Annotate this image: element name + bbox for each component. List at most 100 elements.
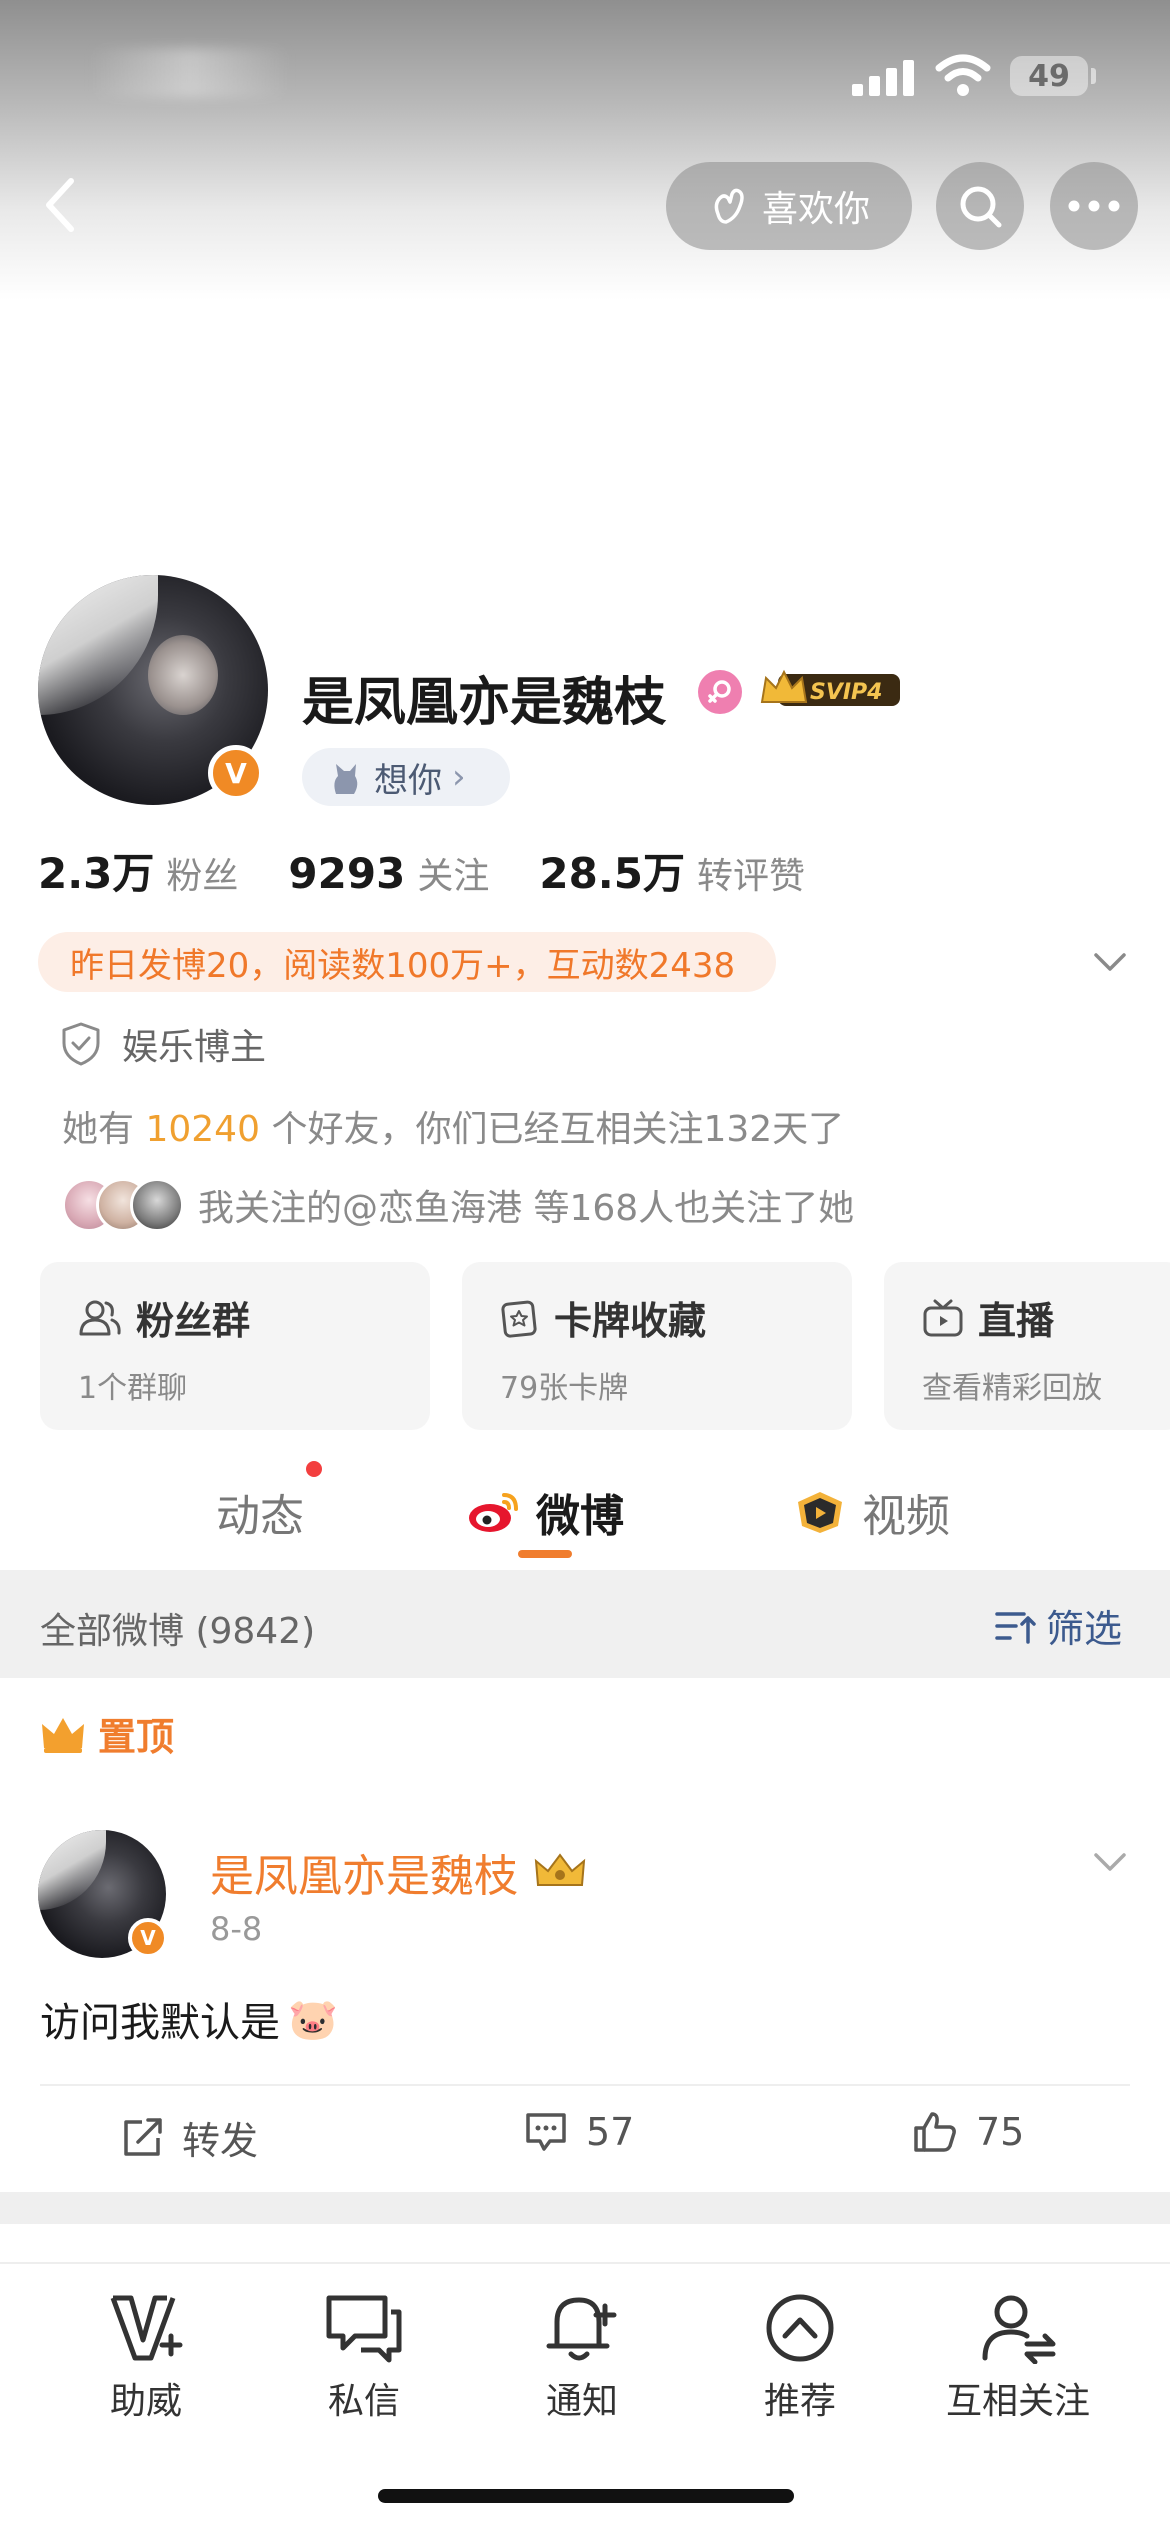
message-button[interactable]: 私信 <box>264 2292 464 2424</box>
crown-icon <box>42 1717 84 1753</box>
repost-icon <box>124 2117 162 2156</box>
tab-video[interactable]: 视频 <box>792 1480 950 1544</box>
search-button[interactable] <box>936 162 1024 250</box>
status-bar: 49 <box>0 0 1170 150</box>
repost-label: 转发 <box>182 2119 259 2163</box>
signal-icon <box>852 56 914 96</box>
notification-dot <box>306 1461 322 1477</box>
filter-label: 筛选 <box>1046 1607 1123 1651</box>
friends-prefix: 她有 <box>62 1109 135 1150</box>
bottom-nav-label: 互相关注 <box>945 2381 1090 2422</box>
tab-activity[interactable]: 动态 <box>216 1480 304 1544</box>
mutual-follow-icon <box>982 2295 1056 2364</box>
search-icon <box>960 186 1002 228</box>
card-icon <box>501 1300 537 1338</box>
fans-count[interactable]: 2.3万 <box>38 840 154 901</box>
filter-bar: 全部微博 (9842) 筛选 <box>0 1570 1170 1678</box>
interactions-label[interactable]: 转评赞 <box>697 847 805 899</box>
mutual-avatar <box>130 1178 184 1232</box>
miss-you-button[interactable]: 想你 › <box>302 748 510 806</box>
card-subtitle: 1个群聊 <box>78 1371 188 1406</box>
tab-weibo[interactable]: 微博 <box>466 1480 624 1544</box>
message-icon <box>326 2295 402 2363</box>
post-content[interactable]: 访问我默认是 🐷 <box>40 1990 338 2048</box>
card-collection-card[interactable]: 卡牌收藏 79张卡牌 <box>462 1262 852 1430</box>
bottom-nav-label: 私信 <box>327 2381 400 2422</box>
chevron-down-icon[interactable] <box>1090 942 1130 982</box>
notify-button[interactable]: 通知 <box>482 2292 682 2424</box>
filter-button[interactable]: 筛选 <box>994 1598 1122 1653</box>
bottom-nav-label: 助威 <box>109 2381 182 2422</box>
friends-count[interactable]: 10240 <box>145 1109 260 1150</box>
weibo-logo-icon <box>469 1493 518 1532</box>
back-button[interactable] <box>30 170 90 240</box>
female-icon <box>698 670 742 714</box>
like-button[interactable]: 75 <box>912 2110 1024 2154</box>
card-title: 直播 <box>978 1299 1055 1343</box>
tv-icon <box>923 1299 963 1336</box>
profile-name: 是凤凰亦是魏枝 <box>302 673 667 733</box>
thumbs-up-icon <box>914 2112 956 2152</box>
shield-icon <box>62 1022 100 1066</box>
tab-label: 视频 <box>862 1491 950 1542</box>
following-label[interactable]: 关注 <box>417 847 489 899</box>
repost-button[interactable]: 转发 <box>120 2110 258 2165</box>
card-subtitle: 79张卡牌 <box>500 1371 629 1406</box>
status-time-blurred <box>90 48 290 98</box>
post-menu-chevron-icon[interactable] <box>1090 1842 1130 1882</box>
mutual-follow-text: 我关注的@恋鱼海港 等168人也关注了她 <box>198 1188 855 1229</box>
cat-icon <box>334 764 358 794</box>
battery-indicator: 49 <box>1010 56 1088 96</box>
daily-summary[interactable]: 昨日发博20，阅读数100万+，互动数2438 <box>38 932 776 992</box>
bottom-nav-label: 通知 <box>545 2381 618 2422</box>
comment-button[interactable]: 57 <box>524 2110 634 2154</box>
post-text: 访问我默认是 <box>40 2000 280 2046</box>
fan-group-card[interactable]: 粉丝群 1个群聊 <box>40 1262 430 1430</box>
cheer-icon <box>110 2295 183 2361</box>
cheer-button[interactable]: 助威 <box>46 2292 246 2424</box>
filter-icon <box>995 1611 1036 1644</box>
bottom-nav-label: 推荐 <box>763 2381 836 2422</box>
more-button[interactable] <box>1050 162 1138 250</box>
bell-icon <box>546 2297 617 2361</box>
heart-hands-icon <box>714 188 744 224</box>
pig-emoji-icon: 🐷 <box>288 1996 338 2043</box>
friends-suffix: 个好友，你们已经互相关注132天了 <box>271 1109 845 1150</box>
miss-you-label: 想你 <box>374 760 442 801</box>
section-separator <box>0 2192 1170 2224</box>
svip-text: SVIP4 <box>810 680 883 705</box>
like-you-label: 喜欢你 <box>761 189 870 230</box>
recommend-icon <box>766 2294 834 2362</box>
live-card[interactable]: 直播 查看精彩回放 <box>884 1262 1170 1430</box>
post-author-name[interactable]: 是凤凰亦是魏枝 <box>210 1840 588 1904</box>
like-you-button[interactable]: 喜欢你 <box>666 162 912 250</box>
comment-count: 57 <box>586 2110 635 2154</box>
group-icon <box>79 1300 121 1335</box>
post-author-label: 是凤凰亦是魏枝 <box>210 1851 518 1902</box>
tab-label: 微博 <box>536 1491 624 1542</box>
profile-stats: 2.3万 粉丝 9293 关注 28.5万 转评赞 <box>38 840 855 901</box>
friends-info: 她有 10240 个好友，你们已经互相关注132天了 <box>62 1100 844 1152</box>
card-title: 粉丝群 <box>136 1299 251 1343</box>
battery-tip <box>1091 68 1096 84</box>
mutual-follow-row[interactable]: 我关注的@恋鱼海港 等168人也关注了她 <box>62 1178 854 1232</box>
more-dots-icon <box>1068 200 1120 212</box>
active-tab-indicator <box>518 1550 572 1558</box>
card-title: 卡牌收藏 <box>554 1299 707 1343</box>
following-count[interactable]: 9293 <box>288 849 405 898</box>
crown-badge-icon <box>534 1853 586 1886</box>
fans-label[interactable]: 粉丝 <box>166 847 238 899</box>
mutual-follow-button[interactable]: 互相关注 <box>918 2292 1118 2424</box>
recommend-button[interactable]: 推荐 <box>700 2292 900 2424</box>
card-subtitle: 查看精彩回放 <box>922 1371 1102 1406</box>
category-label: 娱乐博主 <box>122 1027 267 1068</box>
post-date: 8-8 <box>210 1910 263 1948</box>
post-verified-badge: V <box>128 1918 168 1958</box>
like-count: 75 <box>976 2110 1025 2154</box>
svip-badge[interactable]: SVIP4 <box>758 668 904 712</box>
verified-badge: V <box>208 745 264 801</box>
pinned-label-row: 置顶 <box>40 1706 174 1761</box>
category-row[interactable]: 娱乐博主 <box>60 1018 266 1070</box>
interactions-count[interactable]: 28.5万 <box>539 840 685 901</box>
wifi-icon <box>935 54 991 96</box>
